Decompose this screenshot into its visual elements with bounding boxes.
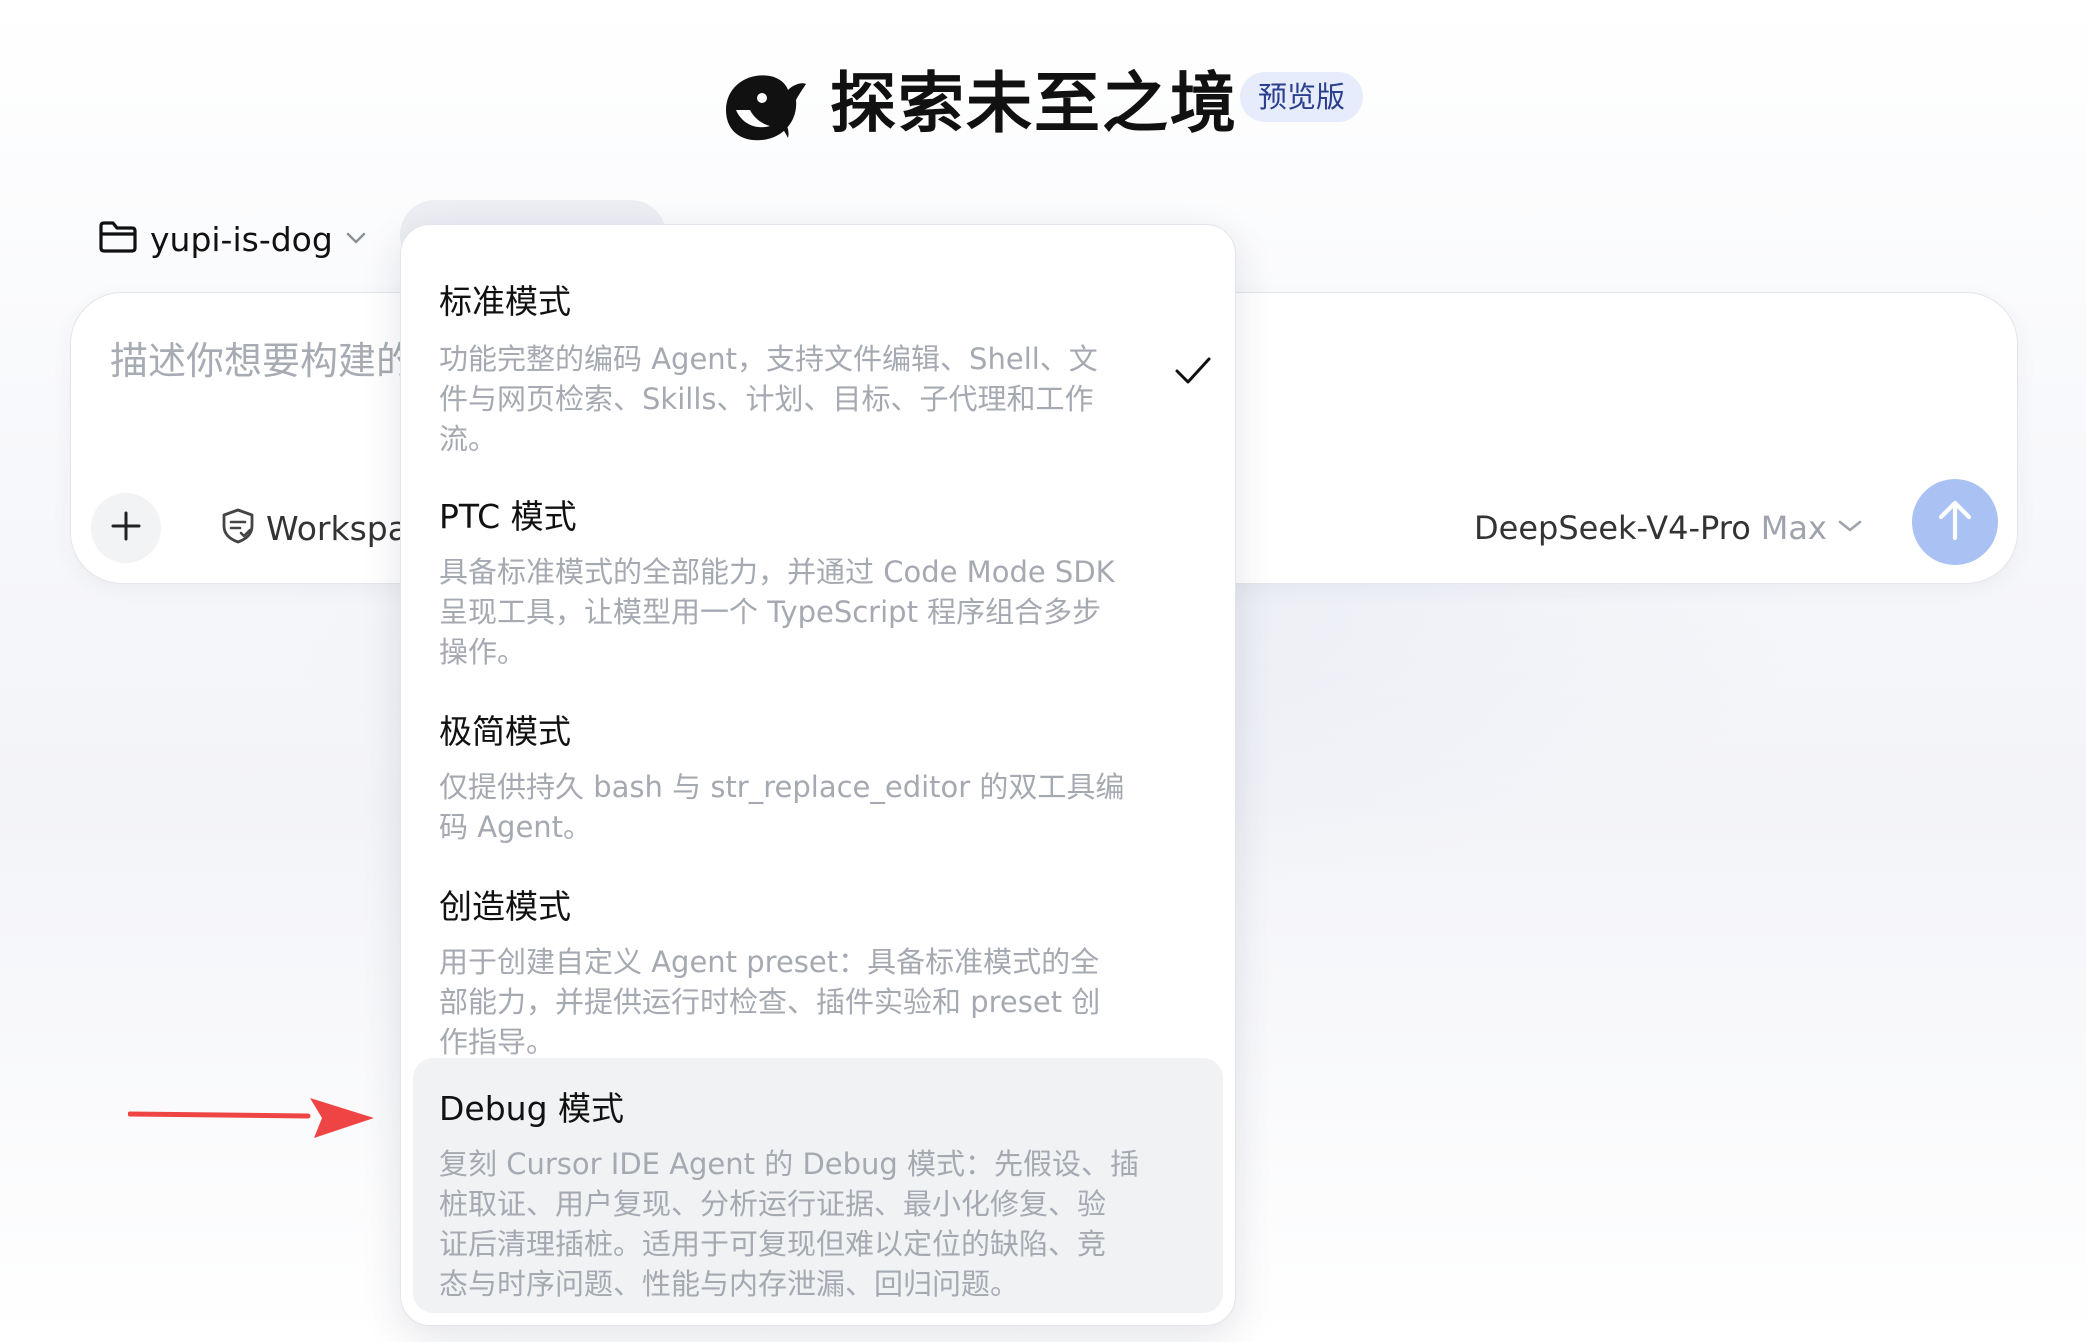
mode-option-description: 仅提供持久 bash 与 str_replace_editor 的双工具编 码 … <box>439 770 1125 844</box>
mode-option-title: 创造模式 <box>439 887 571 926</box>
shield-check-icon <box>220 507 256 549</box>
plus-icon <box>109 509 143 547</box>
page-header: 探索未至之境 预览版 <box>0 58 2086 148</box>
checkmark-icon <box>1173 355 1213 391</box>
arrow-up-icon <box>1935 498 1975 546</box>
mode-option-title: PTC 模式 <box>439 497 577 536</box>
mode-option-title: Debug 模式 <box>439 1089 625 1128</box>
page-title: 探索未至之境 <box>830 65 1238 142</box>
model-selector[interactable]: DeepSeek-V4-Pro Max <box>1474 500 1863 556</box>
mode-option-minimal[interactable]: 极简模式 仅提供持久 bash 与 str_replace_editor 的双工… <box>413 685 1223 844</box>
mode-option-create[interactable]: 创造模式 用于创建自定义 Agent preset：具备标准模式的全 部能力，并… <box>413 860 1223 1060</box>
chevron-down-icon <box>1837 518 1863 538</box>
workspace-label: Workspa <box>266 508 408 548</box>
model-name: DeepSeek-V4-Pro <box>1474 509 1751 547</box>
folder-icon <box>98 220 138 258</box>
folder-selector[interactable]: yupi-is-dog <box>98 212 367 266</box>
add-attachment-button[interactable] <box>91 493 161 563</box>
mode-option-description: 用于创建自定义 Agent preset：具备标准模式的全 部能力，并提供运行时… <box>439 945 1101 1059</box>
mode-option-title: 标准模式 <box>439 282 571 321</box>
model-tier: Max <box>1760 509 1827 547</box>
mode-option-ptc[interactable]: PTC 模式 具备标准模式的全部能力，并通过 Code Mode SDK 呈现工… <box>413 470 1223 669</box>
red-arrow-annotation-icon <box>127 1094 378 1148</box>
prompt-input[interactable]: 描述你想要构建的 <box>110 330 414 385</box>
folder-name: yupi-is-dog <box>150 219 333 259</box>
mode-option-description: 复刻 Cursor IDE Agent 的 Debug 模式：先假设、插 桩取证… <box>439 1147 1140 1301</box>
mode-dropdown-menu: 标准模式 功能完整的编码 Agent，支持文件编辑、Shell、文 件与网页检索… <box>400 224 1236 1326</box>
mode-option-description: 功能完整的编码 Agent，支持文件编辑、Shell、文 件与网页检索、Skil… <box>439 342 1098 456</box>
whale-logo-icon <box>718 64 808 144</box>
mode-option-description: 具备标准模式的全部能力，并通过 Code Mode SDK 呈现工具，让模型用一… <box>439 555 1115 669</box>
send-button[interactable] <box>1912 479 1998 565</box>
mode-option-debug[interactable]: Debug 模式 复刻 Cursor IDE Agent 的 Debug 模式：… <box>413 1058 1223 1313</box>
mode-option-standard[interactable]: 标准模式 功能完整的编码 Agent，支持文件编辑、Shell、文 件与网页检索… <box>413 255 1223 456</box>
workspace-selector[interactable]: Workspa <box>220 500 408 556</box>
chevron-down-icon <box>345 230 367 249</box>
preview-badge: 预览版 <box>1240 72 1364 122</box>
mode-option-title: 极简模式 <box>439 712 571 751</box>
